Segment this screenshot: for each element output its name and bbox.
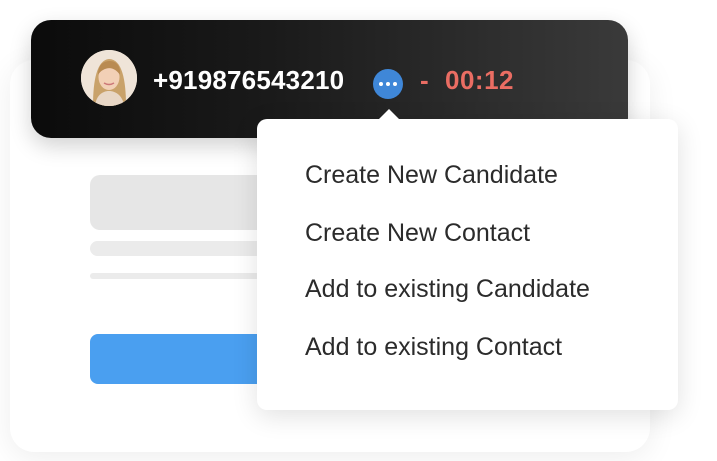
options-dropdown-menu: Create New Candidate Create New Contact … bbox=[257, 109, 678, 410]
more-options-button[interactable] bbox=[373, 69, 403, 99]
avatar-photo-icon bbox=[81, 50, 137, 106]
menu-item-add-to-existing-contact[interactable]: Add to existing Contact bbox=[305, 332, 562, 362]
call-timer: 00:12 bbox=[445, 65, 514, 95]
menu-item-create-new-contact[interactable]: Create New Contact bbox=[305, 218, 530, 248]
menu-item-create-new-candidate[interactable]: Create New Candidate bbox=[305, 160, 558, 190]
separator: - bbox=[420, 65, 429, 95]
menu-caret bbox=[378, 109, 400, 120]
avatar bbox=[81, 50, 137, 106]
phone-number: +919876543210 bbox=[153, 65, 345, 95]
menu-item-add-to-existing-candidate[interactable]: Add to existing Candidate bbox=[305, 274, 590, 304]
more-horizontal-icon bbox=[379, 82, 383, 86]
